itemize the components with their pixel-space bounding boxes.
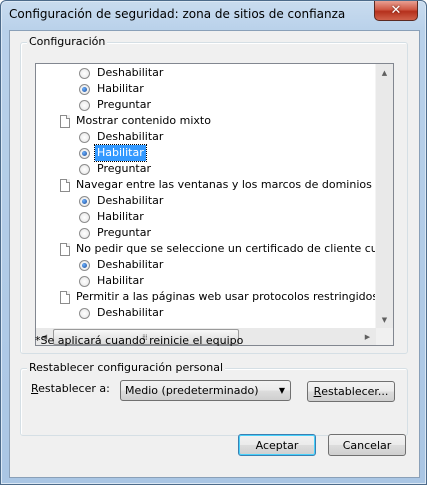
setting-option[interactable]: Habilitar — [79, 81, 144, 97]
close-icon: ✕ — [390, 3, 402, 18]
ok-button[interactable]: Aceptar — [238, 434, 316, 456]
settings-group-title: Configuración — [27, 35, 108, 48]
setting-page-icon — [60, 114, 70, 128]
reset-to-label: Restablecer a: — [31, 382, 110, 395]
dialog-body: Configuración Deshabilitar Habilitar Pregu… — [9, 30, 420, 478]
dialog-window: Configuración de seguridad: zona de siti… — [0, 0, 427, 485]
setting-heading-label: No pedir que se seleccione un certificad… — [76, 242, 394, 255]
restart-note: *Se aplicará cuando reinicie el equipo — [35, 334, 244, 347]
setting-page-icon — [60, 178, 70, 192]
reset-level-select[interactable]: Medio (predeterminado) ▼ — [120, 380, 291, 401]
reset-group: Restablecer configuración personal — [20, 361, 408, 436]
settings-list[interactable]: Deshabilitar Habilitar Preguntar Mostrar co… — [35, 63, 394, 346]
radio-unchecked-icon[interactable] — [79, 227, 90, 239]
scroll-right-icon[interactable]: ▶ — [359, 328, 376, 345]
setting-option-label: Habilitar — [97, 210, 144, 223]
setting-option[interactable]: Habilitar — [79, 144, 147, 162]
setting-option-label: Preguntar — [97, 162, 151, 175]
window-title: Configuración de seguridad: zona de siti… — [9, 7, 346, 21]
close-button[interactable]: ✕ — [374, 1, 418, 21]
radio-unchecked-icon[interactable] — [79, 99, 90, 111]
radio-unchecked-icon[interactable] — [79, 131, 90, 143]
setting-option-label: Deshabilitar — [97, 306, 164, 319]
setting-page-icon — [60, 242, 70, 256]
setting-heading[interactable]: Navegar entre las ventanas y los marcos … — [60, 177, 394, 193]
setting-heading[interactable]: Permitir a las páginas web usar protocol… — [60, 289, 394, 305]
radio-unchecked-icon[interactable] — [79, 275, 90, 287]
setting-heading[interactable]: No pedir que se seleccione un certificad… — [60, 241, 394, 257]
setting-option[interactable]: Habilitar — [79, 209, 144, 225]
setting-option[interactable]: Preguntar — [79, 97, 151, 113]
setting-option[interactable]: Preguntar — [79, 225, 151, 241]
setting-option-label: Deshabilitar — [97, 194, 164, 207]
reset-group-title: Restablecer configuración personal — [27, 361, 226, 374]
setting-option-label: Preguntar — [97, 226, 151, 239]
setting-page-icon — [60, 290, 70, 304]
title-bar[interactable]: Configuración de seguridad: zona de siti… — [1, 1, 426, 27]
scrollbar-corner — [376, 328, 393, 345]
radio-unchecked-icon[interactable] — [79, 307, 90, 319]
vertical-scrollbar[interactable]: ▲ ▼ — [375, 64, 393, 328]
setting-option-label: Preguntar — [97, 98, 151, 111]
setting-option[interactable]: Deshabilitar — [79, 193, 163, 209]
radio-unchecked-icon[interactable] — [79, 163, 90, 175]
setting-option[interactable]: Deshabilitar — [79, 65, 163, 81]
radio-unchecked-icon[interactable] — [79, 211, 90, 223]
setting-option-label: Habilitar — [97, 82, 144, 95]
setting-heading-label: Permitir a las páginas web usar protocol… — [76, 290, 394, 303]
setting-option-label: Deshabilitar — [97, 66, 164, 79]
reset-level-value: Medio (predeterminado) — [125, 384, 259, 397]
radio-checked-icon[interactable] — [79, 147, 90, 159]
setting-option[interactable]: Deshabilitar — [79, 257, 163, 273]
scroll-down-icon[interactable]: ▼ — [376, 311, 393, 328]
cancel-button[interactable]: Cancelar — [328, 434, 406, 456]
reset-button[interactable]: Restablecer... — [307, 381, 395, 402]
setting-option[interactable]: Deshabilitar — [79, 129, 163, 145]
dropdown-arrow-icon: ▼ — [278, 386, 286, 395]
radio-checked-icon[interactable] — [79, 259, 90, 271]
setting-option-label: Habilitar — [97, 274, 144, 287]
radio-checked-icon[interactable] — [79, 83, 90, 95]
setting-option-label: Deshabilitar — [97, 130, 164, 143]
setting-option[interactable]: Deshabilitar — [79, 305, 163, 321]
setting-heading-label: Navegar entre las ventanas y los marcos … — [76, 178, 394, 191]
setting-heading-label: Mostrar contenido mixto — [76, 114, 211, 127]
setting-option[interactable]: Preguntar — [79, 161, 151, 177]
radio-unchecked-icon[interactable] — [79, 67, 90, 79]
setting-heading[interactable]: Mostrar contenido mixto — [60, 113, 211, 129]
scroll-up-icon[interactable]: ▲ — [376, 64, 393, 81]
setting-option[interactable]: Habilitar — [79, 273, 144, 289]
radio-checked-icon[interactable] — [79, 195, 90, 207]
setting-option-label: Deshabilitar — [97, 258, 164, 271]
setting-option-label: Habilitar — [94, 144, 147, 162]
